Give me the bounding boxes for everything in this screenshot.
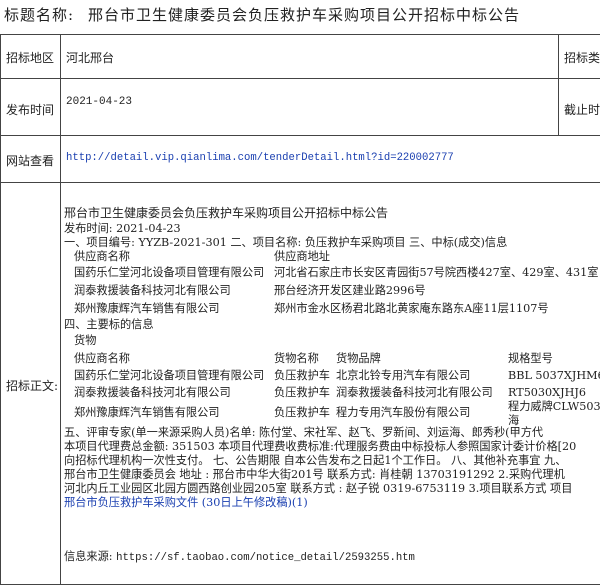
date-value: 2021-04-23 bbox=[66, 96, 133, 108]
date-label: 发布时间 bbox=[6, 103, 55, 117]
goods-name: 负压救护车 bbox=[274, 369, 330, 382]
goods-supplier: 郑州豫康辉汽车销售有限公司 bbox=[74, 406, 220, 419]
divider bbox=[0, 34, 1, 585]
goods-name: 负压救护车 bbox=[274, 406, 330, 419]
goods-brand: 程力专用汽车股份有限公司 bbox=[336, 406, 471, 419]
page-title: 邢台市卫生健康委员会负压救护车采购项目公开招标中标公告 bbox=[88, 6, 521, 24]
project-info-line: 一、项目编号: YYZB-2021-301 二、项目名称: 负压救护车采购项目 … bbox=[64, 236, 508, 249]
supplier-name: 国药乐仁堂河北设备项目管理有限公司 bbox=[74, 266, 265, 279]
region-label: 招标地区 bbox=[6, 51, 55, 65]
supplier-addr: 河北省石家庄市长安区青园街57号院西楼427室、429室、431室 bbox=[274, 266, 599, 279]
pub-time: 发布时间: 2021-04-23 bbox=[64, 222, 181, 235]
fee-line: 本项目代理费总金额: 351503 本项目代理费收费标准:代理服务费由中标投标人… bbox=[64, 440, 577, 453]
goods-supplier: 国药乐仁堂河北设备项目管理有限公司 bbox=[74, 369, 265, 382]
detail-url-link[interactable]: http://detail.vip.qianlima.com/tenderDet… bbox=[66, 152, 454, 164]
supplier-addr: 邢台经济开发区建业路2996号 bbox=[274, 284, 426, 297]
notice-body: 邢台市卫生健康委员会负压救护车采购项目公开招标中标公告 发布时间: 2021-0… bbox=[64, 204, 600, 584]
body-label: 招标正文: bbox=[6, 379, 59, 393]
title-bar: 标题名称: 邢台市卫生健康委员会负压救护车采购项目公开招标中标公告 bbox=[0, 0, 600, 34]
period-line: 向招标代理机构一次性支付。 七、公告期限 自本公告发布之日起1个工作日。 八、其… bbox=[64, 454, 567, 467]
goods-model: RT5030XJHJ6 bbox=[508, 386, 586, 399]
deadline-label: 截止时 bbox=[564, 103, 600, 117]
goods-name: 负压救护车 bbox=[274, 386, 330, 399]
divider bbox=[558, 34, 559, 135]
divider bbox=[60, 34, 61, 585]
goods-header-model: 规格型号 bbox=[508, 352, 553, 365]
agency-contact-line: 河北内丘工业园区北园方圆西路创业园205室 联系方式 : 赵子锐 0319-67… bbox=[64, 482, 573, 495]
goods-brand: 润泰救援装备科技河北有限公司 bbox=[336, 386, 493, 399]
goods-model: 程力威牌CLW5032X bbox=[508, 400, 600, 413]
source-url-link[interactable]: https://sf.taobao.com/notice_detail/2593… bbox=[116, 552, 415, 564]
goods-model: BBL 5037XJHM6 bbox=[508, 369, 600, 382]
divider bbox=[0, 135, 600, 136]
type-label: 招标类 bbox=[564, 51, 600, 65]
experts-line: 五、评审专家(单一来源采购人员)名单: 陈付堂、宋社军、赵飞、罗新间、刘运海、郎… bbox=[64, 426, 544, 439]
region-value: 河北邢台 bbox=[66, 51, 115, 65]
source-row: 信息来源: https://sf.taobao.com/notice_detai… bbox=[64, 550, 415, 566]
url-label: 网站查看 bbox=[6, 154, 55, 168]
goods-label: 货物 bbox=[74, 334, 97, 347]
supplier-header-name: 供应商名称 bbox=[74, 250, 130, 263]
goods-header-goods: 货物名称 bbox=[274, 352, 319, 365]
divider bbox=[0, 78, 600, 79]
goods-supplier: 润泰救援装备科技河北有限公司 bbox=[74, 386, 231, 399]
buyer-contact-line: 邢台市卫生健康委员会 地址 : 邢台市中华大街201号 联系方式: 肖桂朝 13… bbox=[64, 468, 565, 481]
divider bbox=[0, 182, 600, 183]
supplier-name: 润泰救援装备科技河北有限公司 bbox=[74, 284, 231, 297]
source-label: 信息来源: bbox=[64, 550, 113, 563]
supplier-header-addr: 供应商地址 bbox=[274, 250, 330, 263]
attachment-link[interactable]: 邢台市负压救护车采购文件 (30日上午修改稿)(1) bbox=[64, 496, 308, 511]
goods-brand: 北京北铃专用汽车有限公司 bbox=[336, 369, 471, 382]
supplier-addr: 郑州市金水区杨君北路北黄家庵东路东A座11层1107号 bbox=[274, 302, 549, 315]
divider bbox=[0, 34, 600, 35]
body-heading: 邢台市卫生健康委员会负压救护车采购项目公开招标中标公告 bbox=[64, 206, 389, 220]
section4-heading: 四、主要标的信息 bbox=[64, 318, 154, 331]
goods-header-supplier: 供应商名称 bbox=[74, 352, 130, 365]
goods-header-brand: 货物品牌 bbox=[336, 352, 381, 365]
supplier-name: 郑州豫康辉汽车销售有限公司 bbox=[74, 302, 220, 315]
title-label: 标题名称: bbox=[4, 6, 75, 24]
